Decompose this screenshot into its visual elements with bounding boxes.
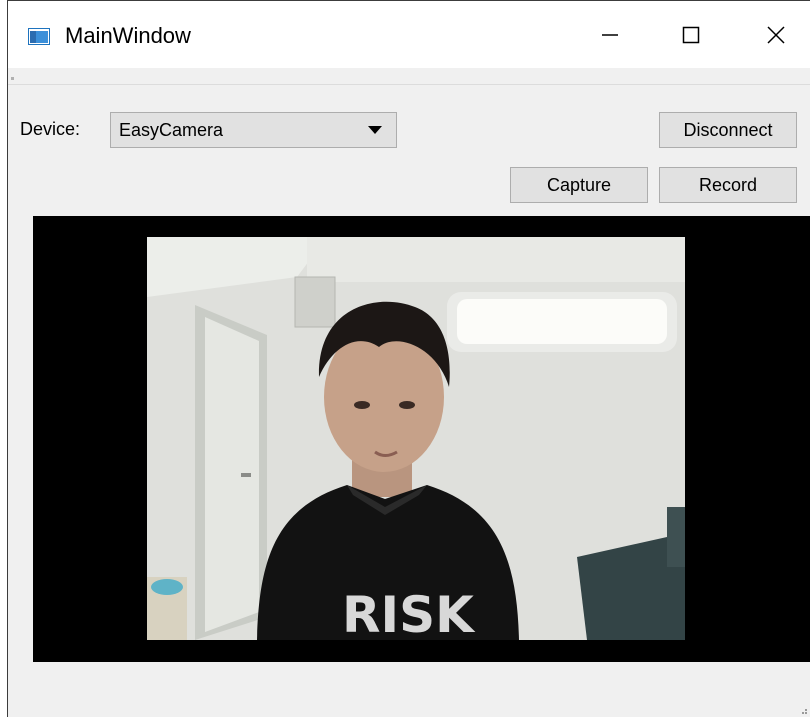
camera-feed-image: RISK bbox=[147, 237, 685, 640]
menu-bar bbox=[8, 68, 810, 84]
device-label: Device: bbox=[20, 119, 81, 139]
close-button[interactable] bbox=[743, 1, 809, 68]
main-window: MainWindow Device: EasyCamera Disconnect… bbox=[7, 0, 810, 717]
window-app-icon bbox=[28, 28, 50, 45]
capture-button[interactable]: Capture bbox=[510, 167, 648, 203]
record-button[interactable]: Record bbox=[659, 167, 797, 203]
minimize-icon bbox=[602, 33, 618, 36]
video-viewport: RISK bbox=[33, 216, 810, 662]
camera-feed: RISK bbox=[147, 237, 685, 640]
maximize-icon bbox=[682, 26, 700, 43]
menu-separator bbox=[8, 84, 810, 85]
disconnect-button[interactable]: Disconnect bbox=[659, 112, 797, 148]
device-combobox[interactable]: EasyCamera bbox=[110, 112, 397, 148]
device-combobox-value: EasyCamera bbox=[119, 120, 224, 140]
close-icon bbox=[767, 25, 785, 44]
dropdown-arrow-icon bbox=[368, 126, 382, 134]
minimize-button[interactable] bbox=[577, 1, 643, 68]
shirt-text: RISK bbox=[342, 586, 476, 640]
window-title: MainWindow bbox=[65, 23, 191, 48]
toolbar-grip bbox=[11, 77, 14, 80]
size-grip-icon[interactable] bbox=[798, 705, 808, 715]
maximize-button[interactable] bbox=[658, 1, 724, 68]
title-bar[interactable]: MainWindow bbox=[8, 1, 810, 68]
